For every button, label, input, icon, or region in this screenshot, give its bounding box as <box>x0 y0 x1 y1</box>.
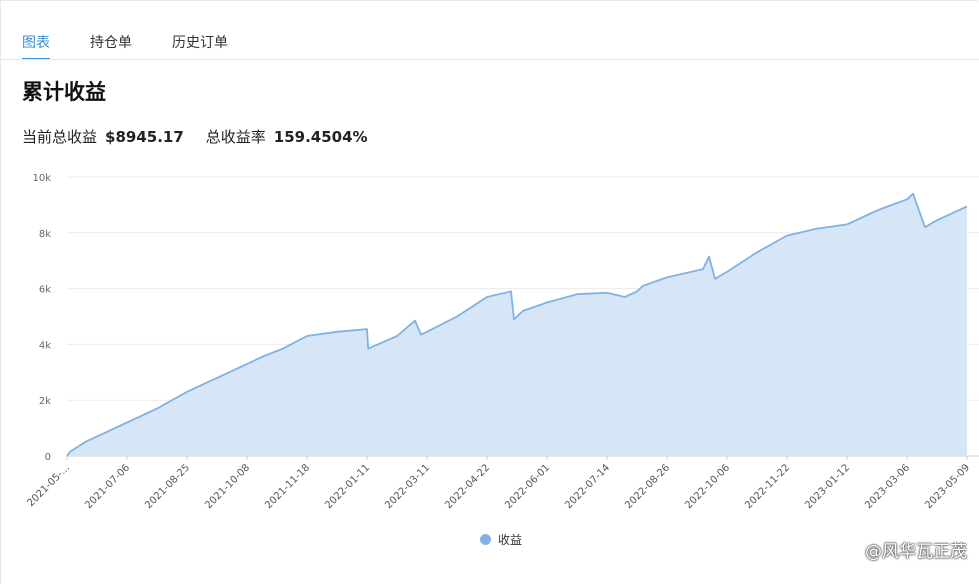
tab-divider <box>0 59 979 60</box>
tab-bar: 图表 持仓单 历史订单 <box>22 32 228 60</box>
x-tick-label: 2021-10-08 <box>203 462 252 511</box>
cumulative-profit-chart: 0 2k 4k 6k 8k 10k 2021-05-... 2021-07-06 2021-08… <box>25 173 979 511</box>
x-tick-label: 2021-07-06 <box>83 462 132 511</box>
profit-rate-label: 总收益率 <box>205 128 266 146</box>
x-tick-label: 2022-03-11 <box>383 462 432 511</box>
y-tick-label: 8k <box>39 229 51 240</box>
chart-legend[interactable]: 收益 <box>480 531 522 548</box>
x-tick-label: 2021-11-18 <box>263 462 312 511</box>
x-tick-label: 2021-05-... <box>25 462 72 509</box>
x-tick-label: 2021-08-25 <box>143 462 192 511</box>
x-tick-label: 2022-11-22 <box>743 462 792 511</box>
x-tick-label: 2022-10-06 <box>683 462 732 511</box>
y-tick-label: 0 <box>45 452 51 463</box>
x-tick-label: 2022-07-14 <box>563 462 612 511</box>
x-tick-label: 2022-04-22 <box>443 462 492 511</box>
x-tick-label: 2022-08-26 <box>623 462 672 511</box>
stats-row: 当前总收益 $8945.17 总收益率 159.4504% <box>22 126 390 147</box>
x-tick-label: 2023-05-09 <box>923 462 972 511</box>
profit-rate-value: 159.4504% <box>273 128 368 146</box>
y-tick-label: 10k <box>32 173 51 184</box>
legend-swatch-profit <box>480 534 491 545</box>
tab-order-history[interactable]: 历史订单 <box>172 32 228 60</box>
x-tick-label: 2022-01-11 <box>323 462 372 511</box>
current-profit-value: $8945.17 <box>105 128 184 146</box>
x-tick-label: 2023-01-12 <box>803 462 852 511</box>
legend-label-profit: 收益 <box>498 533 523 547</box>
tab-chart[interactable]: 图表 <box>22 32 50 60</box>
x-tick-label: 2023-03-06 <box>863 462 912 511</box>
y-tick-label: 6k <box>39 285 51 296</box>
page-title: 累计收益 <box>22 80 106 104</box>
watermark: @风华瓦正茂 <box>865 542 967 562</box>
y-tick-label: 2k <box>39 396 51 407</box>
x-tick-label: 2022-06-01 <box>503 462 552 511</box>
tab-positions[interactable]: 持仓单 <box>90 32 132 60</box>
current-profit-label: 当前总收益 <box>22 128 98 146</box>
y-tick-label: 4k <box>39 340 51 351</box>
